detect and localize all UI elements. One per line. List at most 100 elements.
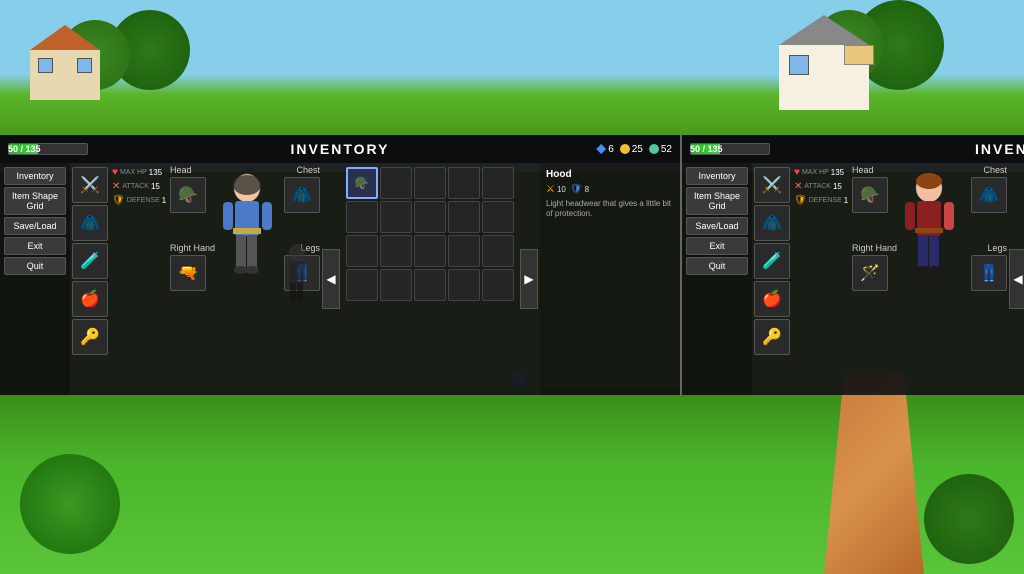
left-inv-cell-15[interactable]: [346, 269, 378, 301]
building-top-right: [764, 15, 884, 115]
right-stat-atk-row: ✕ ATTACK 15: [794, 181, 850, 192]
right-hp-text: 50 / 135: [690, 144, 723, 154]
building-tr-sign: [844, 45, 874, 65]
left-nav-arrow-right[interactable]: ▶: [520, 249, 538, 309]
right-shield-icon: 🛡: [794, 195, 807, 206]
left-stat-hp-row: ♥ MAX HP 135: [112, 167, 168, 178]
right-legs-label: Legs: [987, 243, 1007, 253]
left-equip-sword[interactable]: ⚔️: [72, 167, 108, 203]
right-equip-potion[interactable]: 🧪: [754, 243, 790, 279]
sword-icon: ✕: [112, 181, 120, 192]
left-inv-cell-2[interactable]: [414, 167, 446, 199]
right-chest-label: Chest: [983, 165, 1007, 175]
left-inv-cell-11[interactable]: [380, 235, 412, 267]
left-item-def-val: 8: [585, 185, 589, 194]
building-tr-roof: [779, 15, 869, 45]
right-stat-hp-row: ♥ MAX HP 135: [794, 167, 850, 178]
left-inv-cell-0[interactable]: 🪖: [346, 167, 378, 199]
left-inv-cell-1[interactable]: [380, 167, 412, 199]
menu-btn-shape-grid-left[interactable]: Item Shape Grid: [4, 187, 66, 215]
left-inv-cell-10[interactable]: [346, 235, 378, 267]
left-inv-cell-4[interactable]: [482, 167, 514, 199]
shield-icon-left: 🛡: [112, 195, 125, 206]
left-equip-apple[interactable]: 🍎: [72, 281, 108, 317]
menu-btn-exit-right[interactable]: Exit: [686, 237, 748, 255]
building-tl-body: [30, 50, 100, 100]
secondary-char-svg: [280, 243, 315, 313]
tree-bottom-right: [924, 474, 1014, 564]
left-righthand-slot[interactable]: 🔫: [170, 255, 206, 291]
right-righthand-label: Right Hand: [852, 243, 897, 253]
heart-icon: ♥: [112, 167, 118, 178]
right-equip-body[interactable]: 🧥: [754, 205, 790, 241]
left-chest-slot[interactable]: 🧥: [284, 177, 320, 213]
left-item-info: Hood ⚔ 10 🛡 8 Light headwear that gives …: [540, 163, 680, 395]
menu-btn-exit-left[interactable]: Exit: [4, 237, 66, 255]
left-coins: 25: [620, 144, 643, 155]
right-char-svg: [902, 173, 957, 303]
menu-btn-quit-left[interactable]: Quit: [4, 257, 66, 275]
left-item-def-icon: 🛡: [570, 184, 583, 195]
right-char-area: Head 🪖 Right Hand 🪄: [852, 163, 1007, 395]
left-inv-cell-12[interactable]: [414, 235, 446, 267]
left-inv-cell-19[interactable]: [482, 269, 514, 301]
left-equip-key[interactable]: 🔑: [72, 319, 108, 355]
right-panel-body: Inventory Item Shape Grid Save/Load Exit…: [682, 163, 1024, 395]
left-inv-cell-8[interactable]: [448, 201, 480, 233]
menu-btn-inventory-right[interactable]: Inventory: [686, 167, 748, 185]
right-legs-slot[interactable]: 👖: [971, 255, 1007, 291]
left-equip-icons: ⚔️ 🧥 🧪 🍎 🔑: [70, 163, 110, 395]
menu-btn-inventory-left[interactable]: Inventory: [4, 167, 66, 185]
left-head-slot[interactable]: 🪖: [170, 177, 206, 213]
menu-btn-saveload-right[interactable]: Save/Load: [686, 217, 748, 235]
left-token-count: 52: [661, 144, 672, 155]
left-inv-cell-9[interactable]: [482, 201, 514, 233]
building-tl-roof: [30, 25, 100, 50]
left-item-stats: ⚔ 10 🛡 8: [546, 184, 674, 195]
left-inventory-panel: 50 / 135 INVENTORY 6 25 52: [0, 135, 682, 395]
left-inv-cell-17[interactable]: [414, 269, 446, 301]
right-heart-icon: ♥: [794, 167, 800, 178]
right-chest-slot[interactable]: 🧥: [971, 177, 1007, 213]
left-char-area: Head 🪖 Right Hand 🔫: [170, 163, 320, 395]
left-hp-container: 50 / 135: [8, 143, 88, 155]
left-inv-cell-16[interactable]: [380, 269, 412, 301]
left-inv-cell-5[interactable]: [346, 201, 378, 233]
left-head-label: Head: [170, 165, 192, 175]
right-stat-def-row: 🛡 DEFENSE 1: [794, 195, 850, 206]
right-nav-arrow-left[interactable]: ◀: [1009, 249, 1024, 309]
left-inv-cell-14[interactable]: [482, 235, 514, 267]
building-tr-body: [779, 45, 869, 110]
left-stat-atk-row: ✕ ATTACK 15: [112, 181, 168, 192]
menu-btn-shape-grid-right[interactable]: Item Shape Grid: [686, 187, 748, 215]
left-inv-cell-6[interactable]: [380, 201, 412, 233]
token-icon: [649, 144, 659, 154]
right-head-slot[interactable]: 🪖: [852, 177, 888, 213]
left-inv-cell-13[interactable]: [448, 235, 480, 267]
left-item-name: Hood: [546, 169, 674, 180]
right-equip-icons: ⚔️ 🧥 🧪 🍎 🔑: [752, 163, 792, 395]
left-inv-cell-3[interactable]: [448, 167, 480, 199]
left-item-atk: ⚔ 10: [546, 184, 566, 195]
menu-btn-saveload-left[interactable]: Save/Load: [4, 217, 66, 235]
building-tl-window-1: [38, 58, 53, 73]
tree-bottom-left: [20, 454, 120, 554]
left-item-atk-icon: ⚔: [546, 184, 555, 195]
right-character-figure: [902, 173, 957, 293]
menu-btn-quit-right[interactable]: Quit: [686, 257, 748, 275]
right-equip-apple[interactable]: 🍎: [754, 281, 790, 317]
left-menu: Inventory Item Shape Grid Save/Load Exit…: [0, 163, 70, 395]
left-inv-cell-18[interactable]: [448, 269, 480, 301]
left-inv-cell-7[interactable]: [414, 201, 446, 233]
left-inv-grid-area: 🪖: [342, 163, 518, 395]
left-equip-potion[interactable]: 🧪: [72, 243, 108, 279]
right-equip-sword[interactable]: ⚔️: [754, 167, 790, 203]
right-equip-key[interactable]: 🔑: [754, 319, 790, 355]
coin-icon: [620, 144, 630, 154]
left-character-figure: [220, 173, 275, 293]
right-righthand-slot[interactable]: 🪄: [852, 255, 888, 291]
left-char-svg: [220, 173, 275, 303]
left-equip-body[interactable]: 🧥: [72, 205, 108, 241]
left-righthand-label: Right Hand: [170, 243, 215, 253]
left-nav-arrow-left[interactable]: ◀: [322, 249, 340, 309]
